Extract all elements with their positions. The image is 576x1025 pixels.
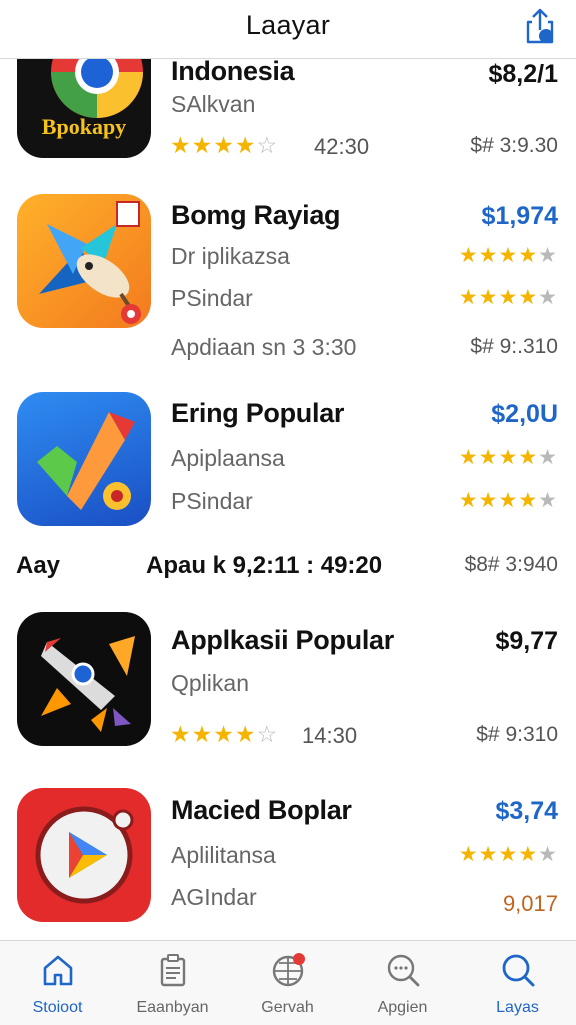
rating-text: 42:30 [314, 134, 370, 159]
rating-stars: ★★★★★ [458, 244, 558, 267]
tab-label: Layas [496, 999, 539, 1016]
app-subtitle-secondary: AGIndar [171, 884, 257, 910]
play-store-icon [35, 806, 134, 904]
app-icon-origami-bird[interactable] [17, 194, 151, 328]
rating-stars: ★★★★☆ [170, 721, 279, 747]
tab-label: Stoioot [32, 999, 83, 1016]
rating-stars: ★★★★★ [458, 843, 558, 866]
app-name[interactable]: Ering Popular [171, 398, 344, 429]
app-name[interactable]: Indonesia [171, 56, 295, 87]
rating-stars-secondary: ★★★★★ [458, 489, 558, 512]
search-chat-icon [387, 954, 420, 987]
app-icon-rocket[interactable] [17, 612, 151, 746]
app-icon-label: Bpokapy [41, 114, 127, 139]
search-icon [502, 954, 535, 987]
tab-label: Gervah [261, 999, 314, 1016]
section-middle-label: Apau k 9,2:11 : 49:20 [146, 552, 383, 579]
app-subtitle-secondary: PSindar [171, 285, 253, 311]
app-meta: $# 3:9.30 [470, 134, 558, 157]
origami-bird-icon [39, 201, 141, 324]
rating-text: Apdiaan sn 3 3:30 [171, 334, 357, 360]
section-right-label: $8# 3:940 [464, 553, 558, 576]
tab-stoioot[interactable]: Stoioot [0, 941, 115, 1025]
app-price[interactable]: $8,2/1 [488, 60, 558, 89]
app-meta: 9,017 [502, 891, 558, 916]
tab-label: Eaanbyan [136, 999, 209, 1016]
share-icon [526, 8, 554, 44]
app-price[interactable]: $3,74 [495, 797, 558, 826]
app-price[interactable]: $9,77 [495, 627, 558, 656]
app-name[interactable]: Applkasii Popular [171, 625, 394, 656]
rating-stars: ★★★★☆ [170, 132, 279, 158]
app-price[interactable]: $2,0U [491, 400, 558, 429]
page-title: Laayar [245, 10, 331, 40]
app-meta: $# 9:310 [476, 723, 558, 746]
app-name[interactable]: Bomg Rayiag [171, 200, 341, 231]
section-left-label: Aay [16, 552, 61, 579]
tab-eaanbyan[interactable]: Eaanbyan [115, 941, 230, 1025]
app-name[interactable]: Macied Boplar [171, 795, 352, 826]
app-subtitle: Aplilitansa [171, 842, 276, 868]
tab-label: Apgien [377, 999, 428, 1016]
rating-stars: ★★★★★ [458, 446, 558, 469]
tab-apgien[interactable]: Apgien [345, 941, 460, 1025]
app-list[interactable]: Bpokapy Indonesia SAlkvan $8,2/1 ★★★★☆ 4… [0, 0, 576, 940]
app-price[interactable]: $1,974 [482, 202, 558, 231]
checkmark-shape-icon [37, 412, 135, 510]
tab-layas[interactable]: Layas [460, 941, 575, 1025]
app-subtitle: Apiplaansa [171, 445, 285, 471]
nav-header: Laayar [0, 0, 576, 59]
document-icon [160, 954, 186, 987]
rocket-icon [41, 636, 135, 732]
share-button[interactable] [520, 6, 560, 46]
globe-icon [272, 953, 305, 987]
tab-bar: Stoioot Eaanbyan Gervah Apgien Layas [0, 940, 576, 1025]
app-icon-play-store[interactable] [17, 788, 151, 922]
app-subtitle: Qplikan [171, 670, 249, 696]
app-meta: $# 9:.310 [470, 335, 558, 358]
app-subtitle: SAlkvan [171, 91, 256, 117]
section-header: Aay Apau k 9,2:11 : 49:20 $8# 3:940 [0, 552, 576, 584]
rating-stars-secondary: ★★★★★ [458, 286, 558, 309]
tab-gervah[interactable]: Gervah [230, 941, 345, 1025]
rating-text: 14:30 [302, 723, 358, 748]
app-subtitle: Dr iplikazsa [171, 243, 290, 269]
app-subtitle-secondary: PSindar [171, 488, 253, 514]
home-icon [43, 955, 73, 986]
app-icon-check-shape[interactable] [17, 392, 151, 526]
